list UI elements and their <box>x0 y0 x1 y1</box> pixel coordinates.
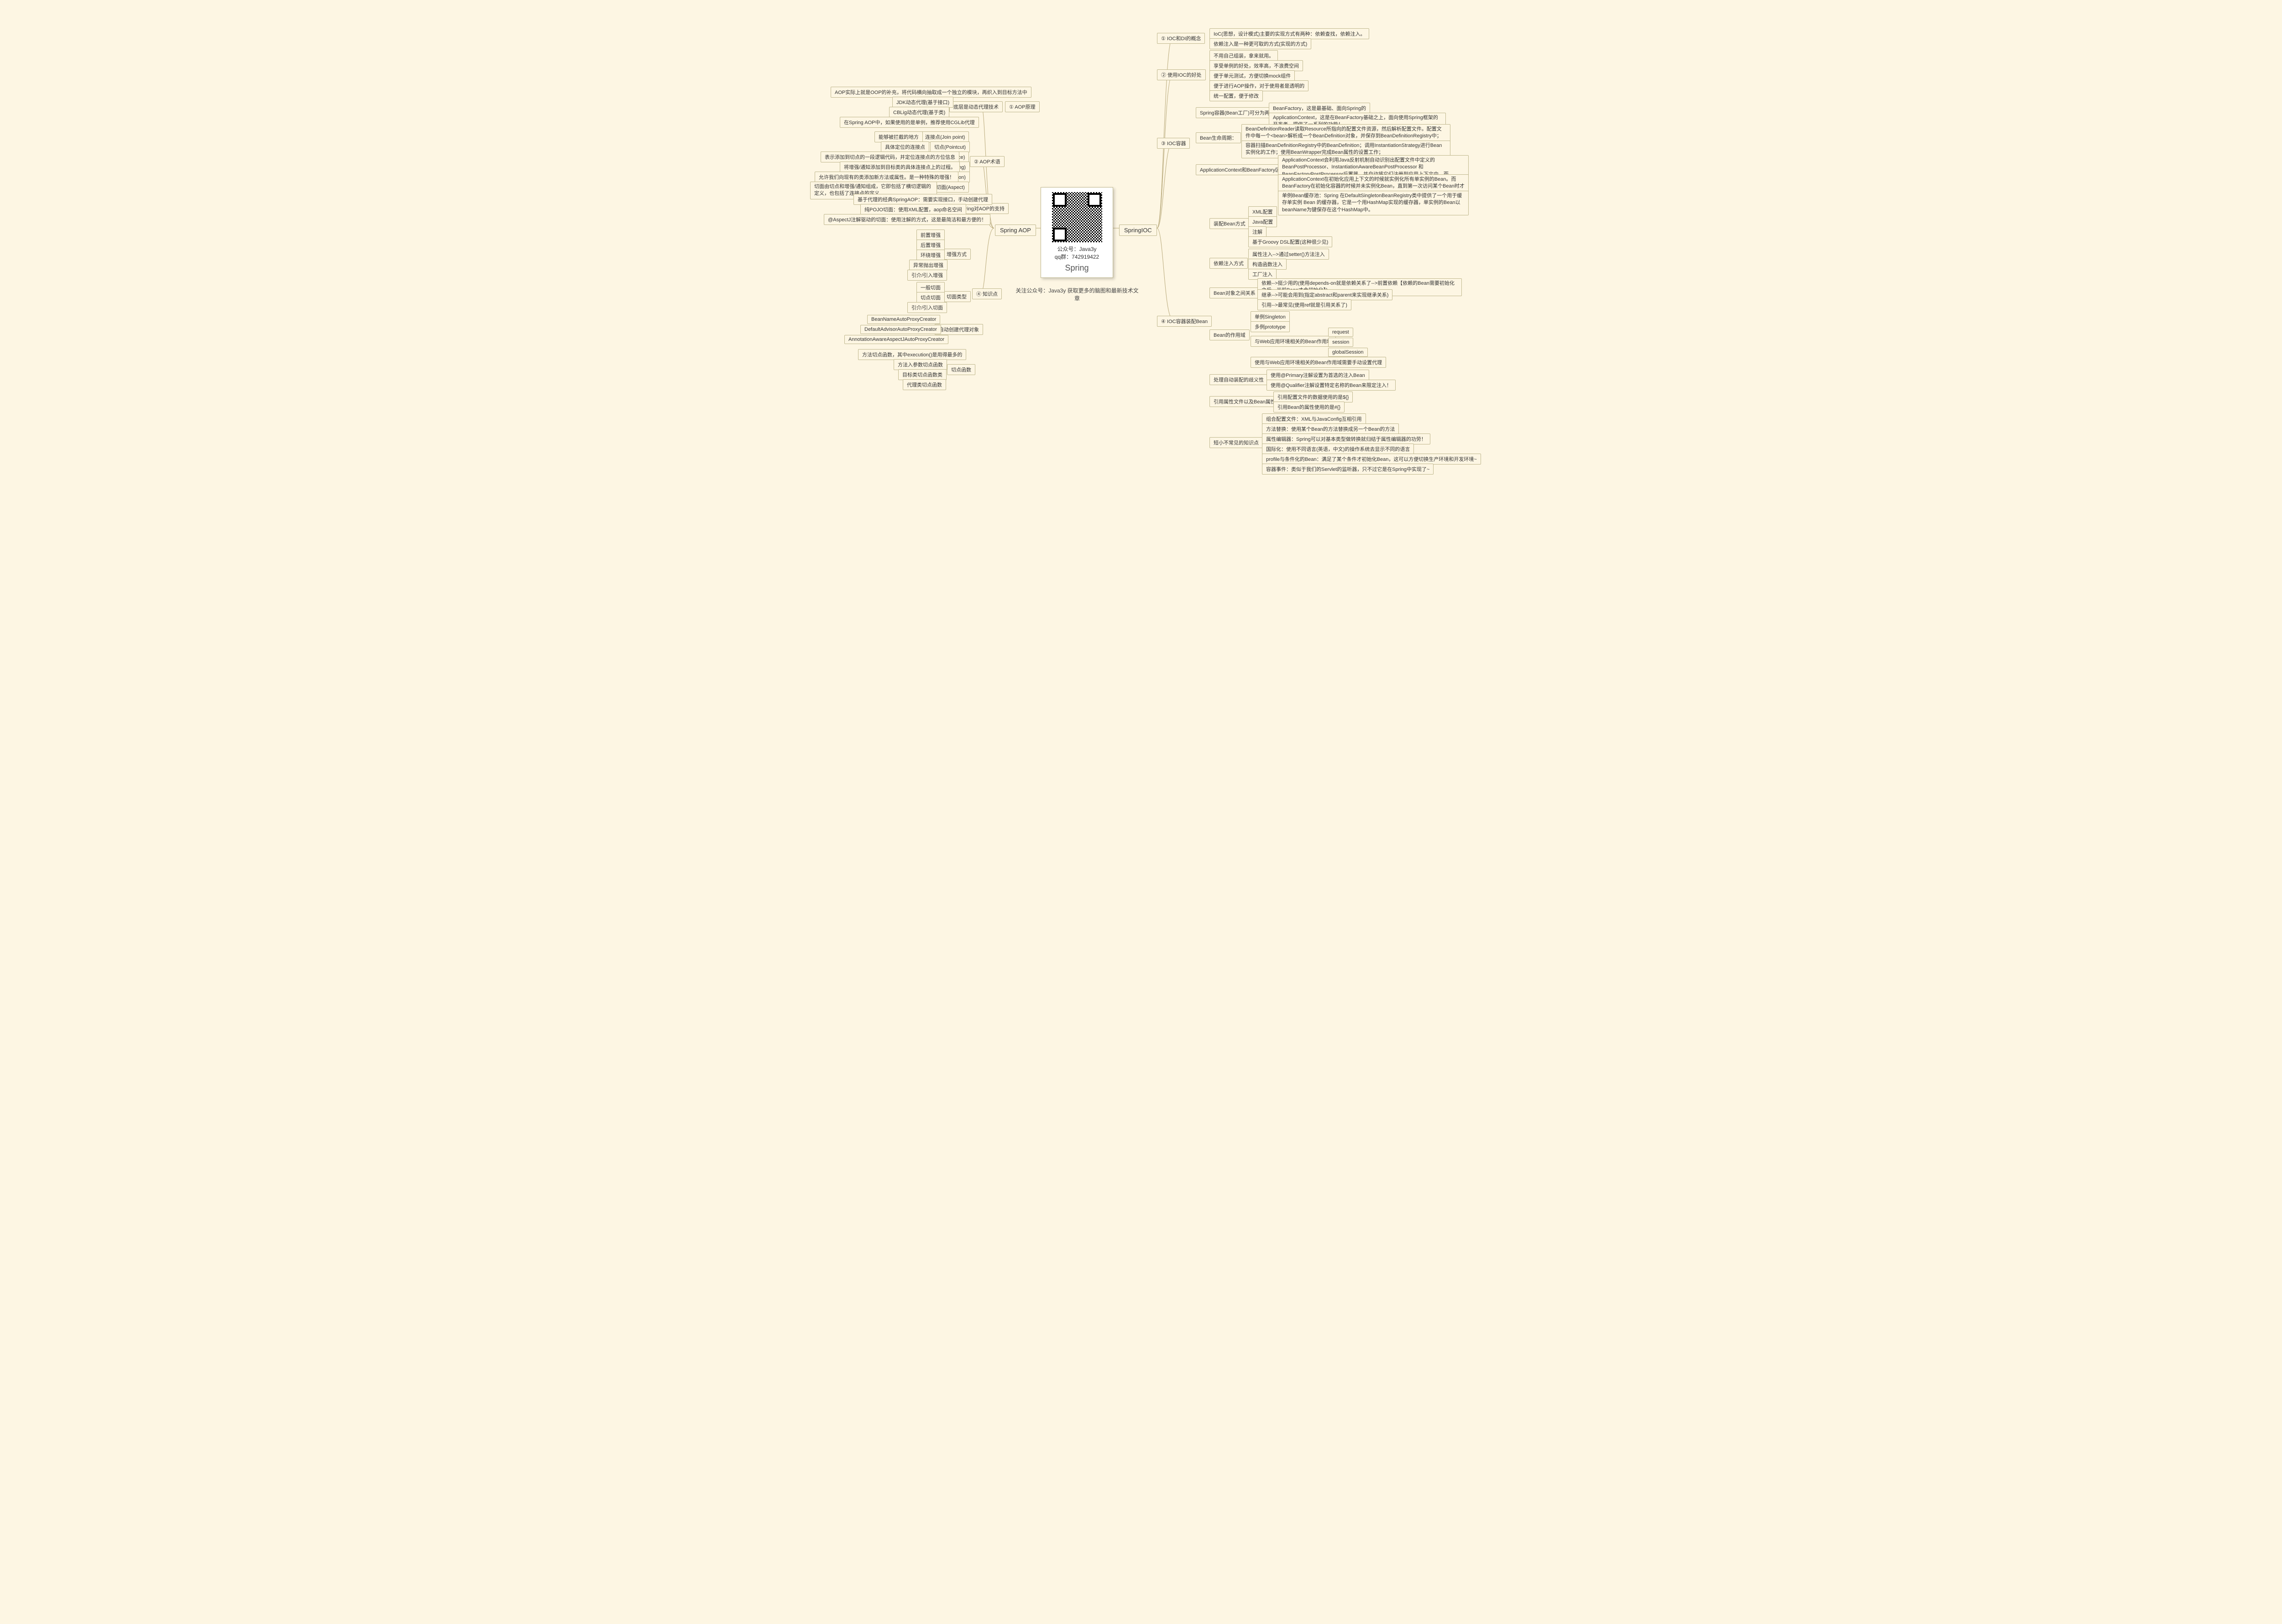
enhance-2: 环绕增强 <box>916 250 945 261</box>
config-0: XML配置 <box>1248 206 1277 217</box>
misc-5: 容器事件：类似于我们的Servlet的监听器，只不过它是在Spring中实现了~ <box>1262 464 1434 475</box>
scope-1: 多例prototype <box>1251 321 1290 332</box>
section-ioc-di[interactable]: ① IOC和DI的概念 <box>1157 33 1205 44</box>
pointcut-fn-1: 方法入参数切点函数 <box>894 359 947 370</box>
lifecycle-label: Bean生命周期： <box>1196 132 1241 143</box>
ioc-b-0: 不用自己组装，拿来就用。 <box>1209 50 1278 61</box>
section-ioc-container[interactable]: ③ IOC容器 <box>1157 138 1190 149</box>
aop-support-1: 纯POJO切面：使用XML配置，aop命名空间 <box>860 204 966 215</box>
section-ioc-benefit[interactable]: ② 使用IOC的好处 <box>1157 69 1206 80</box>
inject-label: 依赖注入方式 <box>1209 258 1248 269</box>
aspect-0: 一般切面 <box>916 282 945 293</box>
config-2: 注解 <box>1248 226 1267 237</box>
section-aop-principle[interactable]: ① AOP原理 <box>1005 101 1040 112</box>
misc-2: 属性编辑器：Spring可以对基本类型做转换就归结于属性编辑器的功劳！ <box>1262 433 1430 444</box>
section-aop-terms[interactable]: ② AOP术语 <box>970 156 1005 167</box>
config-label: 装配Bean方式 <box>1209 218 1250 229</box>
scope-web-0: request <box>1328 328 1353 337</box>
inject-0: 属性注入-->通过setter()方法注入 <box>1248 249 1329 260</box>
term-3-text: 将增强/通知添加到目标类的具体连接点上的过程。 <box>840 162 960 172</box>
qr-code <box>1052 192 1102 242</box>
scope-web-label: 与Web应用环境相关的Bean作用域 <box>1251 336 1336 347</box>
enhance-1: 后置增强 <box>916 240 945 251</box>
aop-support-2: @AspectJ注解驱动的切面：使用注解的方式，这是最简洁和最方便的！ <box>824 214 990 225</box>
ioc-b-2: 便于单元测试，方便切换mock组件 <box>1209 70 1295 81</box>
inject-1: 构造函数注入 <box>1248 259 1287 270</box>
term-1: 切点(Pointcut) <box>930 141 970 152</box>
pointcut-fn[interactable]: 切点函数 <box>947 364 975 375</box>
scope-note: 使用与Web应用环境相关的Bean作用域需要手动设置代理 <box>1251 357 1386 368</box>
misc-label: 短小不常见的知识点 <box>1209 437 1263 448</box>
section-ioc-wiring[interactable]: ④ IOC容器装配Bean <box>1157 316 1212 327</box>
relation-1: 继承-->可能会用到(指定abstract和parent来实现继承关系) <box>1257 289 1392 300</box>
factory-0: BeanFactory，这是最基础、面向Spring的 <box>1269 103 1370 114</box>
ref-1: 引用Bean的属性使用的是#{} <box>1273 402 1345 413</box>
branch-spring-ioc[interactable]: SpringIOC <box>1119 225 1157 236</box>
aop-principle-item-0: AOP实际上就是OOP的补充，将代码横向抽取成一个独立的模块，再织入到目标方法中 <box>831 87 1031 98</box>
scope-web-1: session <box>1328 338 1353 347</box>
config-3: 基于Groovy DSL配置(这种很少见) <box>1248 236 1332 247</box>
misc-0: 组合配置文件：XML与JavaConfig互相引用 <box>1262 413 1366 424</box>
relation-2: 引用-->最常见(使用ref就是引用关系了) <box>1257 299 1351 310</box>
aop-support-0: 基于代理的经典SpringAOP：需要实现接口，手动创建代理 <box>853 194 992 205</box>
aop-principle-item-3: 在Spring AOP中，如果使用的是单例，推荐使用CGLib代理 <box>840 117 979 128</box>
misc-4: profile与条件化的Bean：满足了某个条件才初始化Bean，这可以方便切换… <box>1262 454 1481 465</box>
ambiguity-1: 使用@Qualifier注解设置特定名称的Bean来限定注入！ <box>1267 380 1396 391</box>
misc-1: 方法替换：使用某个Bean的方法替换成另一个Bean的方法 <box>1262 423 1399 434</box>
relation-label: Bean对象之间关系 <box>1209 287 1260 298</box>
auto-proxy-0: BeanNameAutoProxyCreator <box>867 315 940 324</box>
connector-lines <box>812 9 1470 484</box>
node-proxy-tech: 底层是动态代理技术 <box>949 101 1003 112</box>
auto-proxy-1: DefaultAdvisorAutoProxyCreator <box>860 325 941 334</box>
ambiguity-label: 处理自动装配的歧义性 <box>1209 374 1268 385</box>
ioc-b-1: 享受单例的好处，效率高，不浪费空间 <box>1209 60 1303 71</box>
root-caption: 关注公众号：Java3y 获取更多的脑图和最新技术文章 <box>1013 287 1141 302</box>
config-1: Java配置 <box>1248 216 1277 227</box>
scope-label: Bean的作用域 <box>1209 329 1250 340</box>
cache-note: 单例Bean缓存池：Spring 在DefaultSingletonBeanRe… <box>1278 191 1469 215</box>
scope-0: 单例Singleton <box>1251 311 1290 322</box>
ambiguity-0: 使用@Primary注解设置为首选的注入Bean <box>1267 370 1369 381</box>
misc-3: 国际化：使用不同语言(英语，中文)的操作系统去显示不同的语言 <box>1262 444 1414 454</box>
lifecycle-0: BeanDefinitionReader读取Resource所指向的配置文件资源… <box>1241 124 1450 142</box>
diff-label: ApplicationContext和BeanFactory区别 <box>1196 164 1289 175</box>
enhance-type[interactable]: 增强方式 <box>942 249 971 260</box>
section-aop-knowledge[interactable]: ④ 知识点 <box>972 288 1002 299</box>
term-0: 连接点(Join point) <box>921 131 969 142</box>
term-1-text: 具体定位的连接点 <box>881 141 929 152</box>
ioc-b-4: 统一配置，便于修改 <box>1209 90 1263 101</box>
ref-0: 引用配置文件的数据使用的是${} <box>1273 392 1353 402</box>
term-2-text: 表示添加到切点的一段逻辑代码，并定位连接点的方位信息 <box>821 151 959 162</box>
enhance-0: 前置增强 <box>916 230 945 240</box>
scope-web-2: globalSession <box>1328 348 1368 357</box>
aspect-2: 引介/引入切面 <box>907 302 947 313</box>
auto-proxy[interactable]: 自动创建代理对象 <box>935 324 983 335</box>
root-title: Spring <box>1044 263 1110 273</box>
ref-label: 引用属性文件以及Bean属性 <box>1209 396 1280 407</box>
wechat-line: 公众号：Java3y <box>1044 245 1110 253</box>
ioc-di-1: 依赖注入是一种更可取的方式(实现的方式) <box>1209 38 1311 49</box>
aspect-type[interactable]: 切面类型 <box>942 291 971 302</box>
term-5: 切面(Aspect) <box>932 182 969 193</box>
aop-principle-item-2: CBLig动态代理(基于类) <box>889 107 949 118</box>
qq-line: qq群：742919422 <box>1044 253 1110 261</box>
ioc-b-3: 便于进行AOP操作，对于使用者是透明的 <box>1209 80 1308 91</box>
aspect-1: 切点切面 <box>916 292 945 303</box>
pointcut-fn-2: 目标类切点函数类 <box>898 369 947 380</box>
term-4-text: 允许我们向现有的类添加新方法或属性。是一种特殊的增强！ <box>815 172 958 183</box>
term-0-text: 能够被拦截的地方 <box>874 131 923 142</box>
pointcut-fn-3: 代理类切点函数 <box>903 379 946 390</box>
enhance-4: 引介/引入增强 <box>907 270 947 281</box>
root-card: 公众号：Java3y qq群：742919422 Spring <box>1041 187 1113 278</box>
enhance-3: 异常抛出增强 <box>909 260 947 271</box>
branch-spring-aop[interactable]: Spring AOP <box>995 225 1036 236</box>
pointcut-fn-0: 方法切点函数，其中execution()是用得最多的 <box>858 349 966 360</box>
ioc-di-0: IoC(思想，设计模式)主要的实现方式有两种：依赖查找，依赖注入。 <box>1209 28 1369 39</box>
aop-principle-item-1: JDK动态代理(基于接口) <box>892 97 953 108</box>
auto-proxy-2: AnnotationAwareAspectJAutoProxyCreator <box>844 335 948 344</box>
